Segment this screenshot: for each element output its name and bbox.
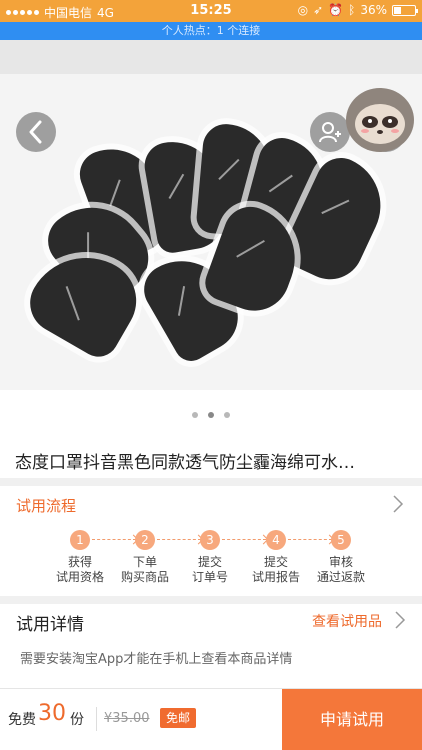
step-label: 审核 通过返款 bbox=[299, 555, 383, 585]
section-divider bbox=[0, 478, 422, 486]
step-number: 5 bbox=[331, 530, 351, 550]
status-bar: 中国电信 4G 15:25 ◎ ➶ ⏰ ᛒ 36% bbox=[0, 0, 422, 22]
bottom-action-bar: 免费 30 份 ¥35.00 免邮 申请试用 bbox=[0, 688, 422, 750]
free-shipping-badge: 免邮 bbox=[160, 708, 197, 728]
step-number: 2 bbox=[135, 530, 155, 550]
product-title: 态度口罩抖音黑色同款透气防尘霾海绵可水… bbox=[15, 453, 355, 473]
view-trial-product-link[interactable]: 查看试用品 bbox=[312, 611, 382, 631]
hotspot-banner[interactable]: 个人热点：1 个连接 bbox=[0, 22, 422, 40]
chevron-left-icon bbox=[29, 120, 42, 144]
trial-details-row[interactable]: 试用详情 查看试用品 bbox=[0, 604, 422, 638]
pager-dot[interactable] bbox=[192, 412, 198, 418]
location-icon: ◎ bbox=[297, 3, 309, 17]
gallery-pager[interactable] bbox=[0, 412, 422, 422]
pager-dot[interactable] bbox=[224, 412, 230, 418]
trial-process-steps: 1 获得 试用资格 2 下单 购买商品 3 提交 订单号 4 提交 试用报告 5 审核 通过返款 bbox=[0, 530, 422, 592]
alarm-icon: ⏰ bbox=[328, 3, 344, 17]
product-image-gallery[interactable] bbox=[0, 40, 422, 390]
step-label-line: 通过返款 bbox=[316, 570, 365, 584]
back-button[interactable] bbox=[16, 112, 56, 152]
free-unit: 份 bbox=[70, 712, 84, 728]
step-number: 4 bbox=[266, 530, 286, 550]
step-number: 3 bbox=[200, 530, 220, 550]
free-count: 30 bbox=[38, 701, 66, 726]
process-step: 5 审核 通过返款 bbox=[299, 530, 383, 585]
navigation-icon: ➶ bbox=[313, 3, 324, 17]
original-price: ¥35.00 bbox=[104, 711, 150, 726]
apply-trial-button[interactable]: 申请试用 bbox=[282, 689, 422, 750]
free-label: 免费 bbox=[8, 712, 36, 728]
bluetooth-icon: ᛒ bbox=[348, 3, 356, 17]
gallery-backdrop bbox=[0, 40, 422, 74]
chevron-right-icon bbox=[395, 611, 406, 629]
mascot-sloth-icon bbox=[346, 88, 414, 152]
divider bbox=[96, 707, 97, 731]
section-divider bbox=[0, 596, 422, 604]
details-note: 需要安装淘宝App才能在手机上查看本商品详情 bbox=[20, 652, 293, 667]
step-number: 1 bbox=[70, 530, 90, 550]
step-label-line: 审核 bbox=[328, 555, 353, 569]
trial-details-label: 试用详情 bbox=[16, 615, 84, 635]
battery-icon bbox=[392, 4, 418, 16]
status-right: ◎ ➶ ⏰ ᛒ 36% bbox=[297, 3, 418, 17]
chevron-right-icon bbox=[393, 495, 404, 513]
trial-process-label: 试用流程 bbox=[16, 497, 77, 515]
pager-dot[interactable] bbox=[208, 412, 214, 418]
trial-process-row[interactable]: 试用流程 bbox=[0, 486, 422, 522]
battery-percent: 36% bbox=[360, 3, 387, 17]
